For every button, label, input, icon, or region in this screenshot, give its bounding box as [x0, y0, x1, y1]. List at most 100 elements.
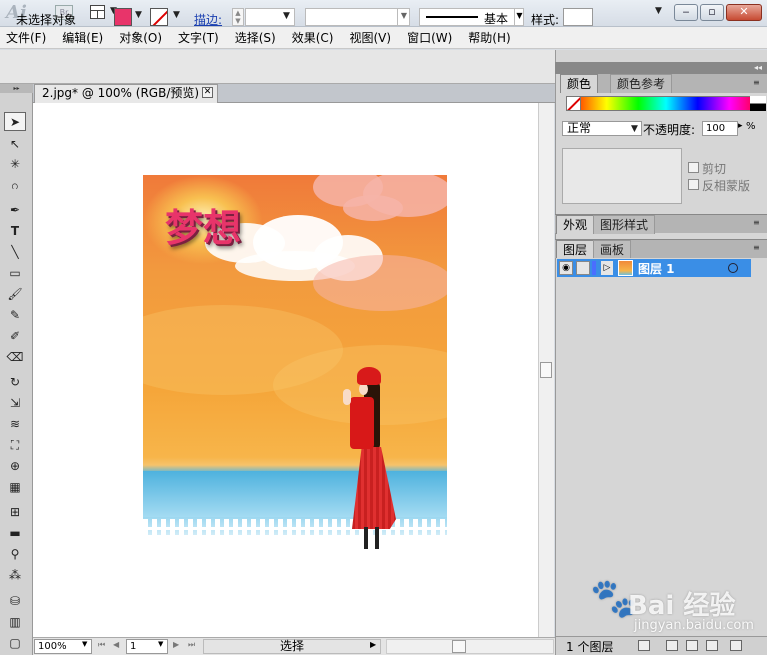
zoom-dropdown-icon[interactable]: ▼: [82, 640, 87, 648]
minimize-button[interactable]: ‒: [674, 4, 698, 21]
workspace-switcher-icon[interactable]: ▼: [655, 6, 662, 16]
sea: [143, 471, 447, 517]
blend-tool-icon[interactable]: ⁂: [4, 566, 26, 585]
make-clipping-mask-icon[interactable]: [666, 640, 678, 651]
eraser-tool-icon[interactable]: ⌫: [4, 348, 26, 367]
paintbrush-tool-icon[interactable]: 🖌: [4, 285, 26, 304]
visibility-eye-icon[interactable]: ◉: [559, 261, 573, 275]
first-artboard-icon[interactable]: ⏮: [98, 640, 105, 650]
type-tool-icon[interactable]: T: [4, 222, 26, 241]
target-circle-icon[interactable]: [728, 263, 738, 273]
horizontal-scroll-thumb[interactable]: [452, 640, 466, 653]
opacity-slider-icon[interactable]: ▸: [738, 121, 743, 131]
fill-dropdown-icon[interactable]: ▼: [135, 10, 142, 20]
rectangle-tool-icon[interactable]: ▭: [4, 264, 26, 283]
blend-mode-select[interactable]: 正常: [562, 121, 642, 136]
pencil-tool-icon[interactable]: ✎: [4, 306, 26, 325]
layer-name[interactable]: 图层 1: [638, 260, 675, 277]
clip-checkbox[interactable]: [688, 162, 699, 173]
black-white-swatch[interactable]: [750, 96, 766, 111]
tools-panel-grip[interactable]: ▸▸: [0, 84, 33, 93]
tab-graphic-styles[interactable]: 图形样式: [593, 215, 656, 234]
collapse-panels-icon[interactable]: ◂◂: [555, 62, 767, 74]
new-layer-icon[interactable]: [706, 640, 718, 651]
locate-object-icon[interactable]: [638, 640, 650, 651]
close-document-icon[interactable]: ✕: [202, 87, 213, 98]
panel-menu-icon[interactable]: ≡: [753, 243, 760, 252]
blob-brush-tool-icon[interactable]: ✐: [4, 327, 26, 346]
brush-stroke-preview: [426, 16, 478, 18]
artwork-image[interactable]: 梦想: [143, 175, 447, 567]
rotate-tool-icon[interactable]: ↻: [4, 373, 26, 392]
shape-builder-tool-icon[interactable]: ⊕: [4, 457, 26, 476]
menu-effect[interactable]: 效果(C): [286, 29, 334, 46]
menu-file[interactable]: 文件(F): [0, 29, 46, 46]
eyedropper-tool-icon[interactable]: ⚲: [4, 545, 26, 564]
menu-edit[interactable]: 编辑(E): [56, 29, 103, 46]
gradient-tool-icon[interactable]: ▬: [4, 524, 26, 543]
stroke-link[interactable]: 描边:: [194, 11, 222, 28]
artwork-title-text[interactable]: 梦想: [165, 205, 241, 251]
lasso-tool-icon[interactable]: ဂ: [4, 176, 26, 195]
pen-tool-icon[interactable]: ✒: [4, 201, 26, 220]
menu-window[interactable]: 窗口(W): [401, 29, 452, 46]
stroke-color-swatch[interactable]: [150, 8, 168, 26]
invert-mask-checkbox[interactable]: [688, 179, 699, 190]
brush-dropdown-icon[interactable]: ▼: [514, 8, 524, 26]
previous-artboard-icon[interactable]: ◀: [113, 640, 119, 649]
artboard-tool-icon[interactable]: ▢: [4, 634, 26, 653]
horizontal-scrollbar[interactable]: [386, 639, 554, 654]
none-swatch[interactable]: [566, 96, 581, 111]
last-artboard-icon[interactable]: ⏭: [188, 640, 195, 650]
menu-select[interactable]: 选择(S): [229, 29, 276, 46]
symbol-sprayer-tool-icon[interactable]: ⛁: [4, 592, 26, 611]
document-tab[interactable]: 2.jpg* @ 100% (RGB/预览): [34, 84, 218, 103]
delete-layer-icon[interactable]: [730, 640, 742, 651]
tab-color-guide[interactable]: 颜色参考: [610, 74, 673, 93]
magic-wand-tool-icon[interactable]: ✳: [4, 155, 26, 174]
invert-mask-label: 反相蒙版: [702, 179, 751, 193]
mesh-tool-icon[interactable]: ⊞: [4, 503, 26, 522]
direct-selection-tool-icon[interactable]: ↖: [4, 135, 26, 154]
tab-layers[interactable]: 图层: [556, 240, 595, 259]
maximize-button[interactable]: ▫: [700, 4, 724, 21]
perspective-grid-tool-icon[interactable]: ▦: [4, 478, 26, 497]
next-artboard-icon[interactable]: ▶: [173, 640, 179, 649]
close-button[interactable]: ✕: [726, 4, 762, 21]
panel-menu-icon[interactable]: ≡: [753, 78, 760, 87]
blend-mode-dropdown-icon[interactable]: ▼: [631, 124, 638, 134]
menu-view[interactable]: 视图(V): [343, 29, 391, 46]
menu-type[interactable]: 文字(T): [172, 29, 219, 46]
profile-dropdown-icon[interactable]: ▼: [397, 8, 410, 26]
expand-triangle-icon[interactable]: ▷: [601, 261, 613, 275]
clip-label: 剪切: [702, 162, 727, 176]
stroke-weight-dropdown-icon[interactable]: ▼: [283, 11, 290, 21]
tab-appearance[interactable]: 外观: [556, 215, 595, 234]
lock-toggle[interactable]: [576, 261, 590, 275]
warp-tool-icon[interactable]: ≋: [4, 415, 26, 434]
current-tool-status[interactable]: 选择: [203, 639, 381, 654]
stroke-weight-stepper[interactable]: ▲ ▼: [232, 8, 244, 26]
selection-column[interactable]: [742, 259, 750, 277]
tab-color[interactable]: 颜色: [560, 74, 599, 93]
opacity-mask-thumbnail[interactable]: [562, 148, 682, 204]
vertical-scroll-thumb[interactable]: [540, 362, 552, 378]
color-spectrum[interactable]: [566, 96, 766, 111]
status-menu-icon[interactable]: ▶: [370, 640, 376, 649]
graphic-style-swatch[interactable]: [563, 8, 593, 26]
graph-tool-icon[interactable]: ▥: [4, 613, 26, 632]
scale-tool-icon[interactable]: ⇲: [4, 394, 26, 413]
stroke-dropdown-icon[interactable]: ▼: [173, 10, 180, 20]
menu-help[interactable]: 帮助(H): [462, 29, 510, 46]
tab-artboards[interactable]: 画板: [593, 240, 632, 259]
menu-object[interactable]: 对象(O): [113, 29, 162, 46]
selection-tool-icon[interactable]: ➤: [4, 112, 26, 131]
new-sublayer-icon[interactable]: [686, 640, 698, 651]
artboard-dropdown-icon[interactable]: ▼: [158, 640, 163, 648]
free-transform-tool-icon[interactable]: ⛶: [4, 436, 26, 455]
fill-color-swatch[interactable]: [114, 8, 132, 26]
line-tool-icon[interactable]: ╲: [4, 243, 26, 262]
panel-menu-icon[interactable]: ≡: [753, 218, 760, 227]
variable-width-profile-select[interactable]: [305, 8, 410, 26]
opacity-input[interactable]: 100: [702, 121, 738, 136]
